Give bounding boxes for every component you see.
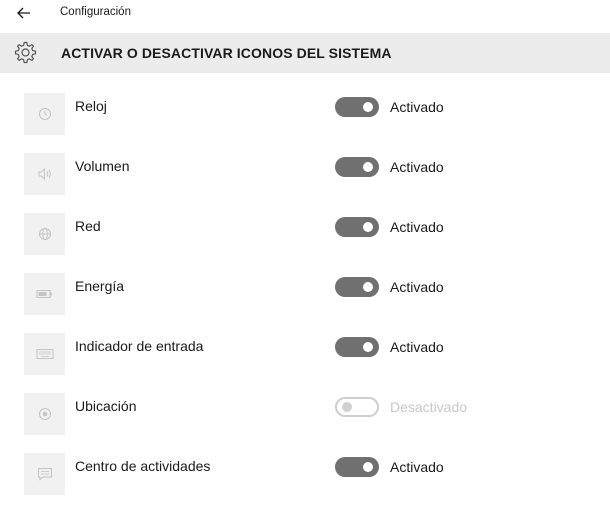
state-label: Activado bbox=[390, 219, 444, 235]
list-item-clock: Reloj Activado bbox=[0, 73, 610, 135]
volume-toggle[interactable] bbox=[335, 157, 379, 177]
list-item-location: Ubicación Desactivado bbox=[0, 373, 610, 435]
state-label: Activado bbox=[390, 339, 444, 355]
toggle-knob bbox=[342, 402, 352, 412]
state-label: Activado bbox=[390, 459, 444, 475]
action-center-toggle[interactable] bbox=[335, 457, 379, 477]
list-item-action-center: Centro de actividades Activado bbox=[0, 433, 610, 495]
item-label: Volumen bbox=[75, 158, 130, 174]
toggle-knob bbox=[363, 162, 373, 172]
item-label: Reloj bbox=[75, 98, 107, 114]
toggle-knob bbox=[363, 282, 373, 292]
page-title: ACTIVAR O DESACTIVAR ICONOS DEL SISTEMA bbox=[61, 45, 392, 61]
back-button[interactable] bbox=[12, 3, 36, 23]
item-label: Indicador de entrada bbox=[75, 338, 204, 354]
action-center-icon bbox=[24, 453, 65, 495]
state-label: Activado bbox=[390, 159, 444, 175]
list-item-volume: Volumen Activado bbox=[0, 133, 610, 195]
keyboard-icon bbox=[24, 333, 65, 375]
page-header: ACTIVAR O DESACTIVAR ICONOS DEL SISTEMA bbox=[0, 33, 610, 73]
location-toggle[interactable] bbox=[335, 397, 379, 417]
network-icon bbox=[24, 213, 65, 255]
battery-icon bbox=[24, 273, 65, 315]
state-label: Activado bbox=[390, 99, 444, 115]
toggle-knob bbox=[363, 342, 373, 352]
back-arrow-icon bbox=[17, 7, 31, 19]
state-label: Desactivado bbox=[390, 399, 468, 415]
toggle-knob bbox=[363, 462, 373, 472]
clock-toggle[interactable] bbox=[335, 97, 379, 117]
item-label: Red bbox=[75, 218, 101, 234]
item-label: Centro de actividades bbox=[75, 458, 211, 474]
volume-icon bbox=[24, 153, 65, 195]
list-item-input-indicator: Indicador de entrada Activado bbox=[0, 313, 610, 375]
input-indicator-toggle[interactable] bbox=[335, 337, 379, 357]
network-toggle[interactable] bbox=[335, 217, 379, 237]
gear-icon bbox=[12, 40, 38, 66]
item-label: Ubicación bbox=[75, 398, 137, 414]
list-item-network: Red Activado bbox=[0, 193, 610, 255]
title-bar: Configuración bbox=[0, 0, 610, 26]
toggle-knob bbox=[363, 222, 373, 232]
clock-icon bbox=[24, 93, 65, 135]
location-icon bbox=[24, 393, 65, 435]
toggle-knob bbox=[363, 102, 373, 112]
power-toggle[interactable] bbox=[335, 277, 379, 297]
list-item-power: Energía Activado bbox=[0, 253, 610, 315]
state-label: Activado bbox=[390, 279, 444, 295]
item-label: Energía bbox=[75, 278, 125, 294]
app-title: Configuración bbox=[60, 6, 131, 18]
